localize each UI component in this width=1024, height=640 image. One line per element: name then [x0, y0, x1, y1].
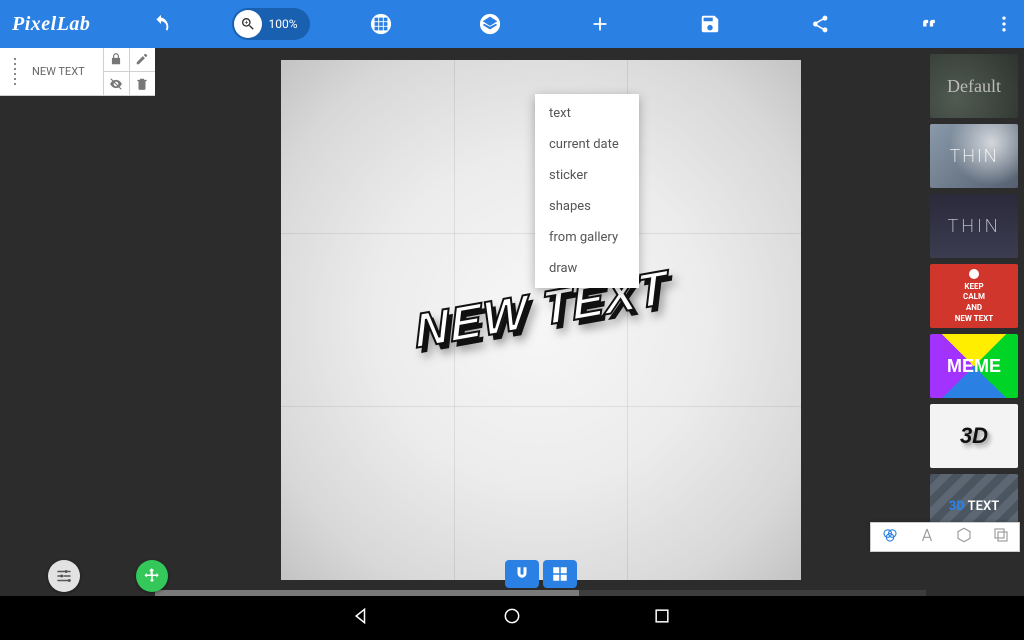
plus-icon [589, 13, 611, 35]
undo-icon [150, 13, 172, 35]
zoom-icon [240, 16, 256, 32]
presets-panel: Default THIN THIN KEEP CALM AND NEW TEXT… [926, 48, 1024, 596]
undo-button[interactable] [141, 4, 181, 44]
preset-thin-2[interactable]: THIN [930, 194, 1018, 258]
stack-tool[interactable] [992, 526, 1010, 548]
layer-name: NEW TEXT [28, 65, 103, 78]
drag-handle-icon[interactable] [6, 58, 24, 85]
save-button[interactable] [690, 4, 730, 44]
nav-home[interactable] [502, 606, 522, 630]
layers-icon [479, 13, 501, 35]
magnet-icon [513, 565, 531, 583]
a-letter-icon [918, 526, 936, 544]
grid-icon [370, 13, 392, 35]
color-tool[interactable] [881, 526, 899, 548]
share-button[interactable] [800, 4, 840, 44]
nav-back[interactable] [352, 606, 372, 630]
recents-icon [652, 606, 672, 626]
quote-icon [919, 14, 939, 34]
preset-meme[interactable]: MEME [930, 334, 1018, 398]
preset-thin-1[interactable]: THIN [930, 124, 1018, 188]
layer-lock-button[interactable] [104, 48, 130, 72]
system-navbar [0, 596, 1024, 640]
layers-panel: NEW TEXT [0, 48, 155, 596]
move-icon [143, 567, 161, 585]
preset-keep-calm[interactable]: KEEP CALM AND NEW TEXT [930, 264, 1018, 328]
dd-shapes[interactable]: shapes [535, 191, 639, 222]
snap-button[interactable] [505, 560, 539, 588]
dd-currentdate[interactable]: current date [535, 129, 639, 160]
hexagon-icon [955, 526, 973, 544]
lock-icon [109, 52, 123, 66]
preset-tool-strip [870, 522, 1020, 552]
app-logo: PixelLab [0, 13, 106, 36]
layer-delete-button[interactable] [130, 72, 156, 96]
quote-button[interactable] [909, 4, 949, 44]
preset-default[interactable]: Default [930, 54, 1018, 118]
main-area: NEW TEXT [0, 48, 1024, 596]
eye-off-icon [109, 77, 123, 91]
align-button[interactable] [543, 560, 577, 588]
align-grid-icon [551, 565, 569, 583]
layer-visibility-button[interactable] [104, 72, 130, 96]
preset-3d[interactable]: 3D [930, 404, 1018, 468]
layer-item[interactable]: NEW TEXT [0, 48, 155, 96]
dd-sticker[interactable]: sticker [535, 160, 639, 191]
zoom-label: 100% [268, 17, 297, 31]
more-vert-icon [994, 14, 1014, 34]
properties-fab[interactable] [48, 560, 80, 592]
dd-gallery[interactable]: from gallery [535, 222, 639, 253]
dd-text[interactable]: text [535, 98, 639, 129]
overlap-circles-icon [881, 526, 899, 544]
h-scrollbar-thumb[interactable] [155, 590, 579, 596]
share-icon [810, 14, 830, 34]
layers-button[interactable] [470, 4, 510, 44]
shape-tool[interactable] [955, 526, 973, 548]
sliders-icon [55, 567, 73, 585]
zoom-control[interactable]: 100% [232, 8, 309, 40]
move-fab[interactable] [136, 560, 168, 592]
home-icon [502, 606, 522, 626]
back-icon [352, 606, 372, 626]
more-button[interactable] [984, 4, 1024, 44]
grid-button[interactable] [361, 4, 401, 44]
nav-recents[interactable] [652, 606, 672, 630]
save-icon [699, 13, 721, 35]
top-toolbar: PixelLab 100% [0, 0, 1024, 48]
edit-icon [135, 52, 149, 66]
trash-icon [135, 77, 149, 91]
dd-draw[interactable]: draw [535, 253, 639, 284]
sun-icon [969, 269, 979, 279]
layer-edit-button[interactable] [130, 48, 156, 72]
stack-icon [992, 526, 1010, 544]
add-button[interactable] [580, 4, 620, 44]
layer-tool-grid [103, 48, 155, 96]
font-tool[interactable] [918, 526, 936, 548]
add-dropdown: text current date sticker shapes from ga… [535, 94, 639, 288]
